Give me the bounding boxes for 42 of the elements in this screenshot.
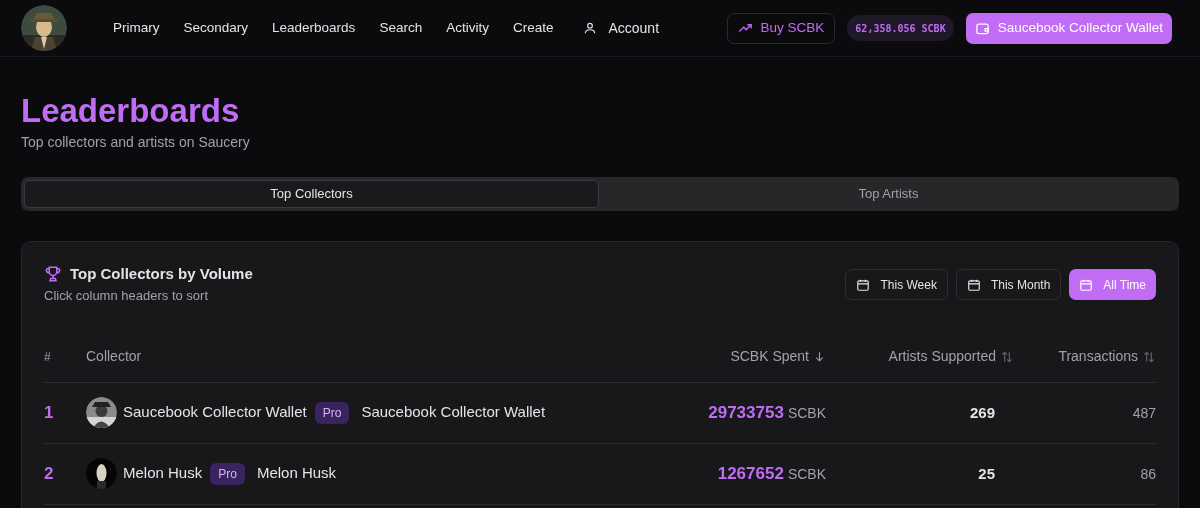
display-name: Saucebook Collector Wallet [361, 402, 546, 423]
card-title: Top Collectors by Volume [70, 264, 253, 284]
wallet-icon [974, 20, 990, 36]
nav-link[interactable]: Secondary [183, 17, 249, 39]
table-cell: 86 [1140, 465, 1156, 482]
table-cell: 269 [969, 403, 995, 421]
trophy-icon [44, 265, 62, 284]
page-title: Leaderboards [21, 91, 241, 131]
spent-cell: 1267652 SCBK [717, 464, 826, 482]
account-link[interactable]: Account [608, 17, 660, 39]
column-header[interactable]: Transactions [1058, 346, 1156, 368]
pro-badge: Pro [210, 462, 245, 485]
balance-badge: 62,358.056 SCBK [847, 15, 954, 41]
calendar-icon [966, 277, 981, 292]
rank-cell: 1 [44, 382, 86, 443]
pro-badge: Pro [314, 401, 350, 424]
nav-link[interactable]: Search [379, 17, 423, 39]
column-header: Collector [86, 347, 142, 367]
period-button[interactable]: This Month [955, 269, 1062, 300]
collector-name[interactable]: Saucebook Collector Wallet [123, 401, 307, 424]
spent-cell: 29733753 SCBK [708, 403, 826, 421]
table-cell: 25 [978, 464, 995, 482]
calendar-icon [856, 277, 871, 292]
card-subtitle: Click column headers to sort [44, 286, 209, 305]
column-header[interactable]: Artists Supported [888, 346, 1014, 368]
rank-cell: 2 [44, 443, 86, 504]
nav-link[interactable]: Primary [113, 17, 160, 39]
period-button[interactable]: This Week [845, 269, 948, 300]
tab[interactable]: Top Artists [601, 180, 1176, 208]
display-name: Melon Husk [256, 463, 337, 484]
tab[interactable]: Top Collectors [24, 180, 599, 208]
nav-link[interactable]: Create [512, 17, 554, 39]
page-subtitle: Top collectors and artists on Saucery [21, 133, 251, 152]
nav-link[interactable]: Leaderboards [272, 17, 356, 39]
calendar-icon [1079, 277, 1094, 292]
user-icon [583, 21, 598, 35]
buy-button[interactable]: Buy SCBK [726, 12, 836, 44]
column-header: # [44, 349, 51, 367]
nav-link[interactable]: Activity [446, 17, 489, 39]
column-header[interactable]: SCBK Spent [730, 346, 826, 368]
table-cell: 487 [1132, 404, 1156, 421]
collector-name[interactable]: Melon Husk [123, 462, 203, 485]
